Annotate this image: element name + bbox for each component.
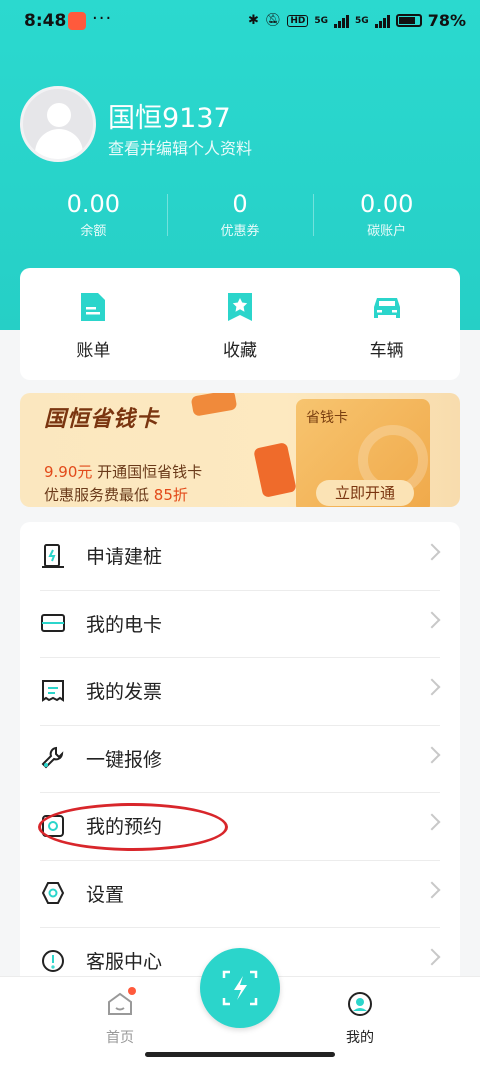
menu-item-label: 设置 — [86, 883, 125, 906]
signal-icon-2 — [374, 14, 390, 28]
savings-card-banner[interactable]: 国恒省钱卡 9.90元 开通国恒省钱卡 优惠服务费最低 85折 省钱卡 立即开通 — [20, 393, 460, 507]
card-label: 省钱卡 — [306, 410, 348, 426]
quick-action-label: 账单 — [76, 341, 111, 361]
quick-action-vehicles[interactable]: 车辆 — [313, 268, 460, 380]
menu-item-repair[interactable]: 一键报修 — [20, 724, 460, 793]
charger-pile-icon — [42, 543, 64, 568]
hd-icon: HD — [287, 14, 309, 27]
red-circle-annotation — [38, 803, 228, 851]
notification-dot — [128, 987, 136, 995]
promo-price: 9.90元 — [44, 463, 93, 481]
quick-action-label: 车辆 — [369, 341, 404, 361]
network-5g-label-2: 5G — [355, 15, 369, 26]
profile-icon — [348, 992, 372, 1016]
settings-menu: 申请建桩 我的电卡 我的发票 一键报修 我的预约 设置 客服中心 — [20, 522, 460, 982]
quick-action-label: 收藏 — [223, 341, 257, 361]
menu-item-my-card[interactable]: 我的电卡 — [20, 589, 460, 658]
coupon-decoration-icon — [253, 442, 297, 498]
promo-title: 国恒省钱卡 — [44, 407, 160, 432]
stat-carbon[interactable]: 0.00 碳账户 — [313, 190, 460, 242]
account-stats: 0.00 余额 0 优惠券 0.00 碳账户 — [20, 190, 460, 242]
coupon-decoration-icon — [190, 393, 238, 417]
quick-actions: 账单 收藏 车辆 — [20, 268, 460, 380]
card-icon — [41, 614, 65, 633]
stat-balance[interactable]: 0.00 余额 — [20, 190, 167, 242]
bookmark-icon — [228, 293, 252, 321]
chevron-right-icon — [423, 543, 441, 561]
bluetooth-icon: ✱ — [247, 13, 259, 28]
activate-now-button[interactable]: 立即开通 — [316, 480, 414, 506]
menu-item-label: 客服中心 — [86, 951, 163, 974]
quick-action-favorites[interactable]: 收藏 — [167, 268, 314, 380]
promo-line-1: 9.90元 开通国恒省钱卡 — [44, 461, 202, 482]
stat-label: 余额 — [80, 224, 107, 239]
gesture-home-indicator[interactable] — [145, 1052, 335, 1057]
stat-coupons[interactable]: 0 优惠券 — [166, 190, 314, 242]
tab-home[interactable]: 首页 — [90, 987, 150, 1047]
car-icon — [373, 298, 400, 318]
service-icon — [42, 949, 64, 972]
chevron-right-icon — [423, 813, 441, 831]
menu-item-my-invoice[interactable]: 我的发票 — [20, 657, 460, 725]
status-bar: 8:48 ··· ✱ 🔕︎ HD 5G 5G 78% — [0, 0, 480, 44]
home-icon — [108, 992, 132, 1015]
status-time: 8:48 — [24, 11, 67, 31]
username[interactable]: 国恒9137 — [108, 96, 231, 135]
menu-item-label: 一键报修 — [86, 748, 163, 771]
chevron-right-icon — [423, 948, 441, 966]
stat-label: 优惠券 — [220, 224, 260, 239]
battery-percent: 78% — [427, 11, 466, 30]
avatar[interactable] — [20, 86, 96, 162]
network-5g-label: 5G — [314, 15, 329, 26]
edit-profile-link[interactable]: 查看并编辑个人资料 — [108, 135, 252, 159]
tab-label: 首页 — [106, 1030, 134, 1046]
signal-icon — [334, 14, 350, 28]
avatar-head-icon — [47, 103, 71, 127]
menu-item-label: 申请建桩 — [86, 546, 163, 569]
stat-value: 0.00 — [359, 190, 414, 218]
more-notifications-icon: ··· — [92, 8, 113, 29]
stat-value: 0.00 — [66, 190, 121, 218]
promo-line-1-text: 开通国恒省钱卡 — [92, 463, 203, 481]
avatar-body-icon — [35, 129, 83, 159]
app-notification-icon — [68, 12, 86, 30]
menu-item-label: 我的电卡 — [86, 613, 163, 636]
tab-label: 我的 — [346, 1030, 374, 1046]
invoice-icon — [42, 679, 64, 702]
promo-discount: 85折 — [153, 486, 188, 504]
chevron-right-icon — [423, 881, 441, 898]
stat-label: 碳账户 — [367, 224, 407, 239]
quick-action-bill[interactable]: 账单 — [20, 268, 167, 380]
bill-icon — [81, 293, 106, 321]
lightning-scan-icon — [222, 970, 258, 1006]
promo-line-2: 优惠服务费最低 85折 — [44, 484, 188, 505]
charge-button[interactable] — [200, 948, 280, 1028]
settings-icon — [41, 882, 65, 905]
battery-icon — [395, 14, 422, 27]
chevron-right-icon — [423, 611, 441, 628]
promo-line-2-text: 优惠服务费最低 — [44, 486, 154, 504]
mute-icon: 🔕︎ — [264, 13, 282, 28]
wrench-icon — [41, 747, 64, 769]
chevron-right-icon — [423, 746, 441, 763]
chevron-right-icon — [423, 678, 441, 696]
menu-item-label: 我的发票 — [86, 681, 163, 704]
stat-value: 0 — [232, 190, 248, 218]
menu-item-settings[interactable]: 设置 — [20, 859, 460, 928]
tab-mine[interactable]: 我的 — [330, 991, 390, 1047]
menu-item-apply-charger[interactable]: 申请建桩 — [20, 522, 460, 590]
